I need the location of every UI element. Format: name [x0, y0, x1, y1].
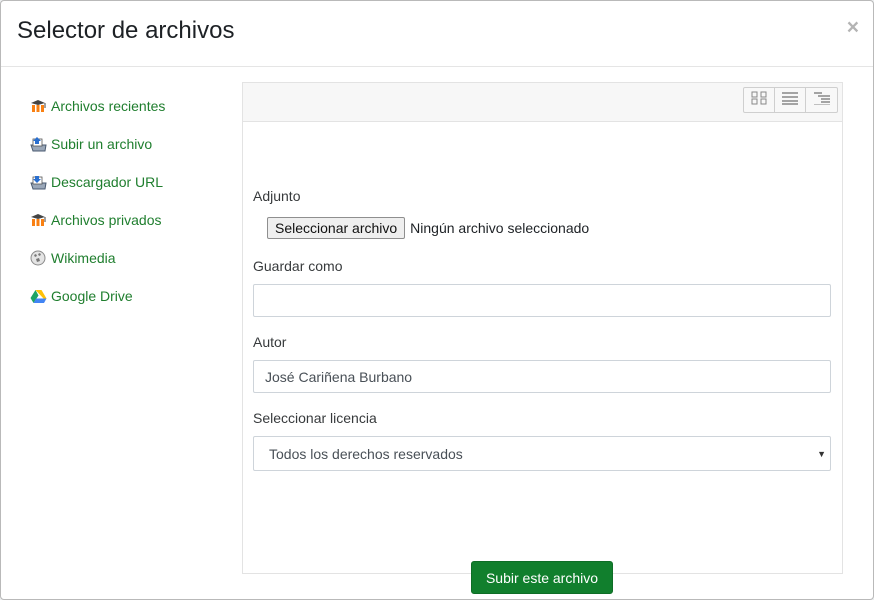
save-as-input[interactable] — [253, 284, 831, 317]
tree-view-icon — [813, 91, 831, 110]
sidebar-item-label: Descargador URL — [51, 174, 164, 190]
license-select[interactable]: Todos los derechos reservados ▼ — [253, 436, 831, 471]
upload-submit-button[interactable]: Subir este archivo — [471, 561, 613, 594]
sidebar-item-label: Archivos recientes — [51, 98, 166, 114]
list-view-button[interactable] — [775, 88, 806, 112]
sidebar-item-label: Subir un archivo — [51, 136, 153, 152]
sidebar-item-label: Google Drive — [51, 288, 133, 304]
sidebar-item-recent-files[interactable]: Archivos recientes — [29, 87, 229, 125]
upload-icon — [29, 136, 47, 152]
google-drive-icon — [29, 288, 47, 304]
download-icon — [29, 174, 47, 190]
sidebar-item-wikimedia[interactable]: Wikimedia — [29, 239, 229, 277]
license-selected-value: Todos los derechos reservados — [269, 445, 463, 462]
list-view-icon — [781, 91, 799, 110]
view-toolbar — [243, 83, 842, 122]
sidebar-item-label: Archivos privados — [51, 212, 162, 228]
file-input: Seleccionar archivo Ningún archivo selec… — [267, 217, 831, 239]
file-status-text: Ningún archivo seleccionado — [410, 220, 590, 236]
close-button[interactable]: × — [847, 15, 859, 41]
dialog-title: Selector de archivos — [17, 17, 235, 44]
sidebar-item-label: Wikimedia — [51, 250, 116, 266]
upload-panel: Adjunto Seleccionar archivo Ningún archi… — [242, 82, 843, 594]
sidebar-item-url-downloader[interactable]: Descargador URL — [29, 163, 229, 201]
moodle-icon — [29, 98, 47, 114]
sidebar-item-google-drive[interactable]: Google Drive — [29, 277, 229, 315]
wikimedia-icon — [29, 250, 47, 266]
repository-list: Archivos recientes Subir un archivo Desc… — [29, 87, 229, 315]
sidebar-item-upload[interactable]: Subir un archivo — [29, 125, 229, 163]
author-input[interactable] — [253, 360, 831, 393]
sidebar-item-private-files[interactable]: Archivos privados — [29, 201, 229, 239]
icons-view-icon — [751, 91, 767, 110]
attachment-label: Adjunto — [253, 188, 301, 204]
icons-view-button[interactable] — [744, 88, 775, 112]
dialog-header: Selector de archivos × — [1, 1, 873, 67]
file-picker-dialog: Selector de archivos × Archivos reciente… — [0, 0, 874, 600]
tree-view-button[interactable] — [806, 88, 837, 112]
moodle-icon — [29, 212, 47, 228]
view-switcher — [743, 87, 838, 113]
save-as-label: Guardar como — [253, 258, 343, 274]
author-label: Autor — [253, 334, 287, 350]
upload-form: Adjunto Seleccionar archivo Ningún archi… — [253, 187, 831, 594]
chevron-down-icon: ▼ — [817, 449, 826, 459]
license-label: Seleccionar licencia — [253, 410, 377, 426]
choose-file-button[interactable]: Seleccionar archivo — [267, 217, 406, 239]
